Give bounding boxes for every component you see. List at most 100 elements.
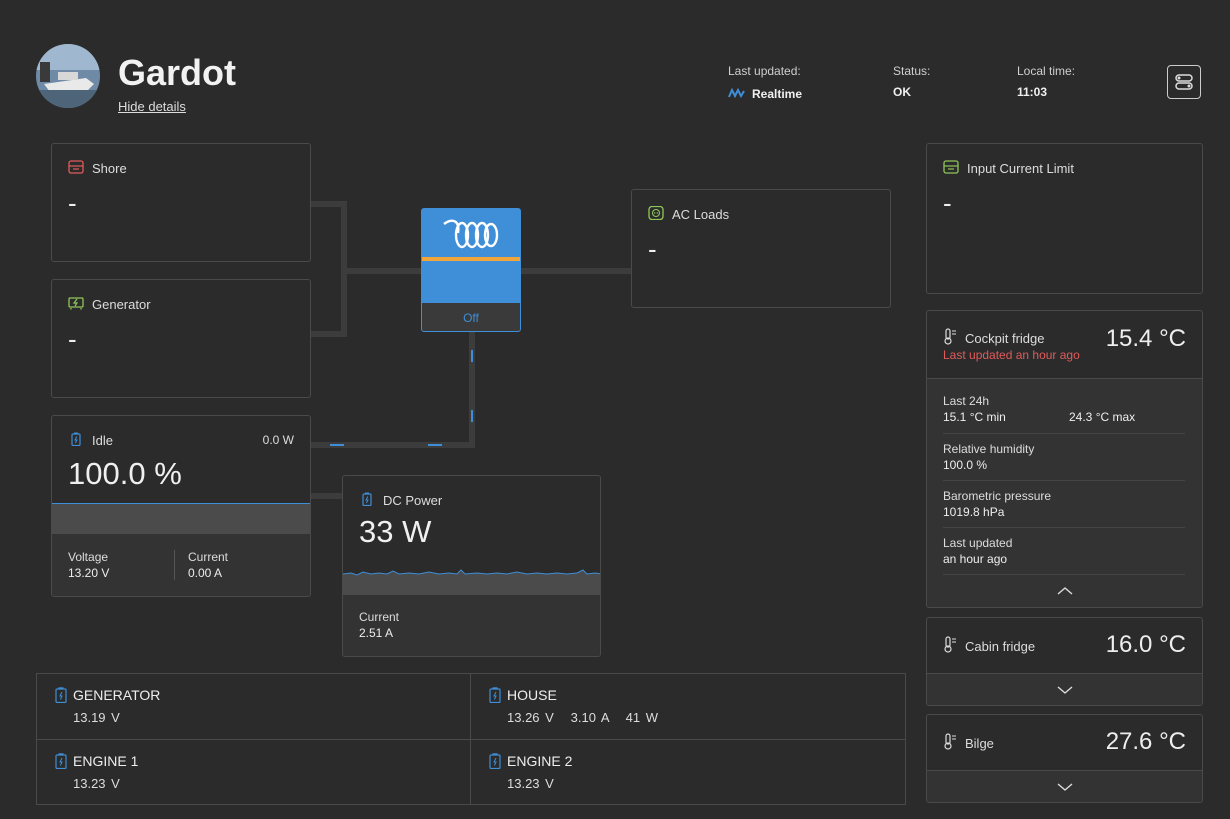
chevron-down-icon — [1057, 686, 1072, 694]
ac-loads-value: - — [648, 234, 657, 264]
thermometer-icon — [943, 328, 957, 348]
shore-value: - — [68, 188, 77, 218]
collapse-button[interactable] — [927, 583, 1202, 599]
flow-dot — [471, 350, 473, 362]
toggle-icon — [1175, 74, 1193, 90]
dc-power-connector — [310, 493, 343, 499]
bilge-temp: 27.6 °C — [1105, 728, 1186, 755]
battery-monitor-values: 13.19 V — [73, 710, 120, 725]
outlet-icon — [648, 206, 664, 223]
battery-current-value: 0.00 A — [188, 566, 223, 580]
realtime-wave-icon — [728, 85, 745, 103]
dc-current-label: Current — [359, 610, 400, 624]
humidity-value: 100.0 % — [943, 458, 988, 472]
battery-icon — [489, 687, 501, 708]
battery-icon — [55, 687, 67, 708]
flow-dot — [471, 410, 473, 422]
cockpit-fridge-card: Cockpit fridge Last updated an hour ago … — [926, 310, 1203, 608]
expand-button[interactable] — [927, 779, 1202, 795]
dc-current-value: 2.51 A — [359, 626, 394, 640]
min-temp: 15.1 °C min — [943, 410, 1006, 424]
battery-monitor-values: 13.26 V 3.10 A 41 W — [507, 710, 658, 725]
divider — [943, 433, 1185, 434]
battery-monitor-house[interactable]: HOUSE 13.26 V 3.10 A 41 W — [471, 674, 905, 739]
battery-voltage-value: 13.20 V — [68, 566, 110, 580]
divider — [943, 574, 1185, 575]
battery-card[interactable]: Idle 0.0 W 100.0 % Voltage 13.20 V Curre… — [51, 415, 311, 597]
divider — [943, 480, 1185, 481]
input-current-limit-card[interactable]: Input Current Limit - — [926, 143, 1203, 294]
last-updated-label: Last updated — [943, 536, 1013, 550]
bilge-card: Bilge 27.6 °C — [926, 714, 1203, 803]
local-time-value: 11:03 — [1017, 85, 1048, 99]
cabin-fridge-temp: 16.0 °C — [1105, 631, 1186, 658]
cabin-fridge-card: Cabin fridge 16.0 °C — [926, 617, 1203, 706]
bilge-title: Bilge — [965, 735, 994, 751]
generator-title: Generator — [92, 297, 151, 312]
battery-monitor-engine-2[interactable]: ENGINE 2 13.23 V — [471, 740, 905, 805]
divider — [943, 527, 1185, 528]
pressure-value: 1019.8 hPa — [943, 505, 1005, 519]
battery-power: 0.0 W — [262, 433, 294, 447]
ac-loads-title: AC Loads — [672, 207, 730, 222]
battery-voltage-label: Voltage — [68, 550, 109, 564]
dc-power-sparkline — [343, 562, 600, 595]
dc-power-title: DC Power — [383, 493, 443, 508]
battery-soc: 100.0 % — [68, 456, 182, 491]
battery-icon — [489, 753, 501, 774]
shore-card[interactable]: Shore - — [51, 143, 311, 262]
inverter-input-connector — [341, 268, 423, 274]
battery-icon — [359, 492, 375, 509]
cockpit-fridge-title: Cockpit fridge — [965, 330, 1045, 346]
last-24h-label: Last 24h — [943, 394, 990, 408]
generator-connector — [310, 331, 347, 337]
status-label: Status: — [893, 64, 931, 78]
generator-icon — [68, 296, 84, 313]
pressure-label: Barometric pressure — [943, 489, 1052, 503]
input-limit-title: Input Current Limit — [967, 161, 1074, 176]
local-time-label: Local time: — [1017, 64, 1076, 78]
thermometer-icon — [943, 733, 957, 753]
battery-soc-bar — [52, 503, 310, 534]
thermometer-icon — [943, 636, 957, 656]
last-updated-value: Realtime — [728, 85, 802, 103]
hide-details-link[interactable]: Hide details — [118, 99, 186, 114]
divider — [174, 550, 175, 580]
battery-monitors-grid: GENERATOR 13.19 V HOUSE 13.26 V 3.10 A 4… — [36, 673, 906, 805]
battery-state: Idle — [92, 433, 113, 448]
cockpit-fridge-temp: 15.4 °C — [1105, 325, 1186, 352]
shore-plug-icon — [68, 160, 84, 177]
battery-monitor-name: ENGINE 1 — [73, 753, 139, 769]
generator-card[interactable]: Generator - — [51, 279, 311, 398]
dc-power-card[interactable]: DC Power 33 W Current 2.51 A — [342, 475, 601, 657]
battery-monitor-values: 13.23 V — [73, 776, 120, 791]
last-updated-value: an hour ago — [943, 552, 1008, 566]
expand-button[interactable] — [927, 682, 1202, 698]
max-temp: 24.3 °C max — [1069, 410, 1136, 424]
cockpit-fridge-warning: Last updated an hour ago — [943, 348, 1080, 362]
input-limit-value: - — [943, 188, 952, 218]
site-title: Gardot — [118, 52, 237, 93]
inverter-state: Off — [422, 302, 520, 331]
last-updated-label: Last updated: — [728, 64, 801, 78]
battery-monitor-values: 13.23 V — [507, 776, 554, 791]
battery-icon — [68, 432, 84, 449]
ac-loads-connector — [520, 268, 632, 274]
battery-monitor-name: ENGINE 2 — [507, 753, 573, 769]
status-value: OK — [893, 85, 911, 99]
shore-title: Shore — [92, 161, 127, 176]
ac-loads-card[interactable]: AC Loads - — [631, 189, 891, 308]
battery-monitor-generator[interactable]: GENERATOR 13.19 V — [37, 674, 471, 739]
view-toggle-button[interactable] — [1167, 65, 1201, 99]
battery-icon — [55, 753, 67, 774]
input-limit-icon — [943, 160, 959, 177]
inverter-card[interactable]: Off — [421, 208, 521, 332]
battery-current-label: Current — [188, 550, 229, 564]
battery-monitor-name: HOUSE — [507, 687, 557, 703]
flow-dot — [330, 444, 344, 446]
chevron-down-icon — [1057, 783, 1072, 791]
battery-monitor-name: GENERATOR — [73, 687, 161, 703]
cabin-fridge-title: Cabin fridge — [965, 638, 1036, 654]
dc-bus-vertical — [469, 331, 475, 448]
battery-monitor-engine-1[interactable]: ENGINE 1 13.23 V — [37, 740, 471, 805]
